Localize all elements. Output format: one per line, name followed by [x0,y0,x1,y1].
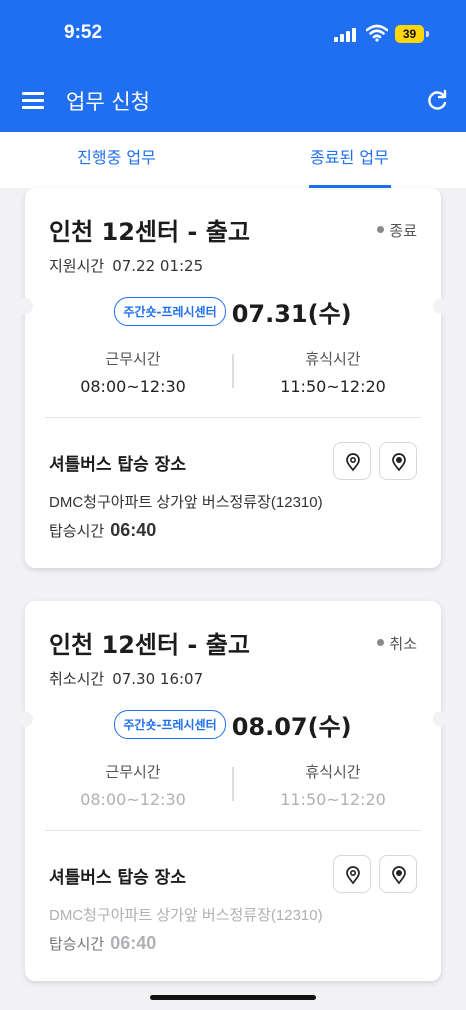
shuttle-title: 셔틀버스 탑승 장소 [49,868,186,888]
work-time: 근무시간 08:00~12:30 [80,350,186,396]
battery-icon: 39 [395,25,429,43]
status-dot-icon [377,639,385,646]
applied-time: 지원시간 07.22 01:25 [49,257,204,275]
status-dot-icon [377,226,385,233]
location-marker-icon [392,453,406,472]
location-button[interactable] [379,442,417,480]
boarding-time: 탑승시간 06:40 [49,933,157,953]
shuttle-title: 셔틀버스 탑승 장소 [49,455,186,475]
map-pin-icon [346,866,360,885]
shift-badge: 주간숏-프레시센터 [114,710,226,739]
cancel-time: 취소시간 07.30 16:07 [49,670,204,688]
work-time: 근무시간 08:00~12:30 [80,763,186,809]
job-title: 인천 12센터 - 출고 [49,631,250,659]
cellular-signal-icon [334,28,358,42]
status-bar: 9:52 39 [0,0,466,70]
home-indicator [150,995,316,1000]
tab-bar: 진행중 업무 종료된 업무 [0,132,466,188]
work-date: 08.07(수) [231,713,352,741]
tab-completed[interactable]: 종료된 업무 [233,132,466,188]
date-row: 주간숏-프레시센터 08.07(수) [25,707,441,742]
divider [45,830,421,831]
divider [45,417,421,418]
tab-in-progress[interactable]: 진행중 업무 [0,132,233,188]
map-pin-icon [346,453,360,472]
boarding-time: 탑승시간 06:40 [49,520,157,540]
top-bar: 9:52 39 업무 신청 [0,0,466,132]
map-pin-button[interactable] [333,855,371,893]
wifi-icon [366,24,388,42]
break-time: 휴식시간 11:50~12:20 [280,763,386,809]
location-button[interactable] [379,855,417,893]
work-date: 07.31(수) [231,300,352,328]
tab-label: 진행중 업무 [77,148,156,167]
shuttle-address: DMC청구아파트 상가앞 버스정류장(12310) [49,907,323,924]
job-title: 인천 12센터 - 출고 [49,218,250,246]
menu-icon[interactable] [22,92,44,110]
status-time: 9:52 [64,22,103,43]
status-badge: 취소 [377,633,417,654]
job-card[interactable]: 인천 12센터 - 출고 취소 취소시간 07.30 16:07 주간숏-프레시센… [17,601,449,981]
app-header: 업무 신청 [0,70,466,132]
status-badge: 종료 [377,220,417,241]
tab-label: 종료된 업무 [310,148,389,167]
shift-badge: 주간숏-프레시센터 [114,297,226,326]
refresh-icon[interactable] [424,88,450,114]
page-title: 업무 신청 [66,90,150,114]
date-row: 주간숏-프레시센터 07.31(수) [25,294,441,329]
shuttle-address: DMC청구아파트 상가앞 버스정류장(12310) [49,494,323,511]
map-pin-button[interactable] [333,442,371,480]
job-card[interactable]: 인천 12센터 - 출고 종료 지원시간 07.22 01:25 주간숏-프레시센… [17,188,449,568]
break-time: 휴식시간 11:50~12:20 [280,350,386,396]
battery-level: 39 [395,25,424,43]
location-marker-icon [392,866,406,885]
